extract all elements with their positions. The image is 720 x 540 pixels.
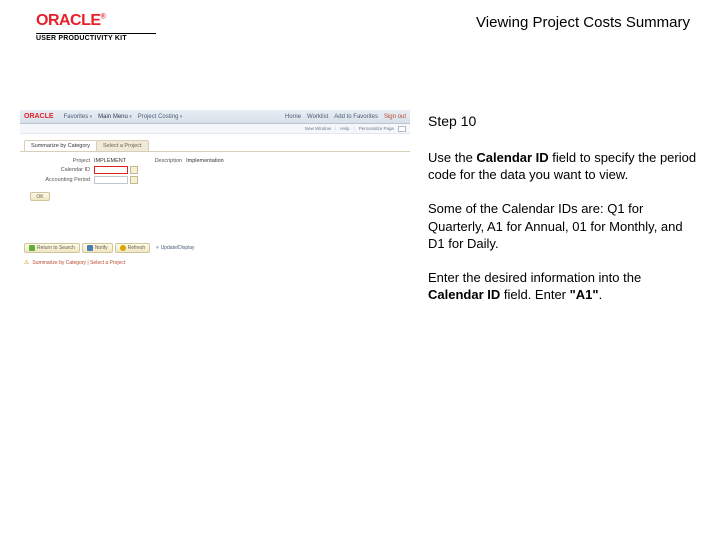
mini-footer: ⚠ Summarize by Category | Select a Proje… [20, 259, 410, 266]
label-calendar-id: Calendar ID [24, 167, 94, 173]
oracle-logo-text: ORACLE [36, 12, 101, 29]
instruction-paragraph-1: Use the Calendar ID field to specify the… [428, 149, 700, 184]
instruction-paragraph-3: Enter the desired information into the C… [428, 269, 700, 304]
accounting-period-lookup-icon[interactable] [130, 176, 138, 184]
link-add-favorites[interactable]: Add to Favorites [334, 114, 378, 120]
refresh-label: Refresh [128, 245, 146, 251]
ok-button[interactable]: OK [30, 192, 50, 201]
oracle-logo: ORACLE® [36, 12, 156, 30]
brand-block: ORACLE® USER PRODUCTIVITY KIT [36, 12, 156, 42]
return-to-search-button[interactable]: Return to Search [24, 243, 80, 253]
mini-breadcrumb: Favorites Main Menu Project Costing [64, 114, 183, 120]
mini-subbar: New Window | Help | Personalize Page [20, 124, 410, 134]
notify-button[interactable]: Notify [82, 243, 113, 253]
mini-oracle-logo: ORACLE [24, 113, 54, 120]
notify-icon [87, 245, 93, 251]
link-sign-out[interactable]: Sign out [384, 114, 406, 120]
instruction-paragraph-2: Some of the Calendar IDs are: Q1 for Qua… [428, 200, 700, 253]
return-label: Return to Search [37, 245, 75, 251]
label-project: Project [24, 158, 94, 164]
accounting-period-input[interactable] [94, 176, 128, 184]
embedded-screenshot: ORACLE Favorites Main Menu Project Costi… [20, 110, 410, 266]
upk-divider: USER PRODUCTIVITY KIT [36, 33, 156, 42]
refresh-icon [120, 245, 126, 251]
mini-topbar: ORACLE Favorites Main Menu Project Costi… [20, 110, 410, 124]
step-label: Step 10 [428, 112, 700, 131]
calendar-id-lookup-icon[interactable] [130, 166, 138, 174]
notify-label: Notify [95, 245, 108, 251]
tab-summarize-category[interactable]: Summarize by Category [24, 140, 97, 151]
label-description: Description [126, 158, 186, 164]
value-project: IMPLEMENT [94, 158, 126, 164]
bold-calendar-id-1: Calendar ID [476, 150, 548, 165]
instruction-panel: Step 10 Use the Calendar ID field to spe… [428, 110, 700, 520]
label-accounting-period: Accounting Period [24, 177, 94, 183]
mini-tabs: Summarize by Category Select a Project [24, 140, 410, 151]
link-new-window[interactable]: New Window [305, 126, 331, 131]
return-icon [29, 245, 35, 251]
mini-form-panel: Project IMPLEMENT Description Implementa… [20, 151, 410, 201]
bold-calendar-id-2: Calendar ID [428, 287, 500, 302]
update-display-link[interactable]: ▾Update/Display [156, 245, 194, 251]
footer-text: Summarize by Category | Select a Project [32, 260, 125, 266]
http-icon [398, 126, 406, 132]
nav-project-costing[interactable]: Project Costing [138, 114, 183, 120]
link-help[interactable]: Help [340, 126, 349, 131]
mini-right-nav: Home Worklist Add to Favorites Sign out [285, 114, 406, 120]
upk-text: USER PRODUCTIVITY KIT [36, 35, 156, 42]
link-home[interactable]: Home [285, 114, 301, 120]
value-description: Implementation [186, 158, 224, 164]
calendar-id-input[interactable] [94, 166, 128, 174]
nav-favorites[interactable]: Favorites [64, 114, 93, 120]
link-personalize[interactable]: Personalize Page [359, 126, 394, 131]
chevron-icon: ▾ [156, 245, 159, 251]
refresh-button[interactable]: Refresh [115, 243, 151, 253]
bold-value-a1: "A1" [570, 287, 599, 302]
nav-main-menu[interactable]: Main Menu [98, 114, 132, 120]
link-worklist[interactable]: Worklist [307, 114, 328, 120]
mini-toolbar: Return to Search Notify Refresh ▾Update/… [20, 241, 410, 255]
tab-select-project[interactable]: Select a Project [96, 140, 149, 151]
page-title: Viewing Project Costs Summary [476, 12, 690, 31]
update-label: Update/Display [161, 245, 195, 251]
warning-icon: ⚠ [24, 259, 29, 266]
